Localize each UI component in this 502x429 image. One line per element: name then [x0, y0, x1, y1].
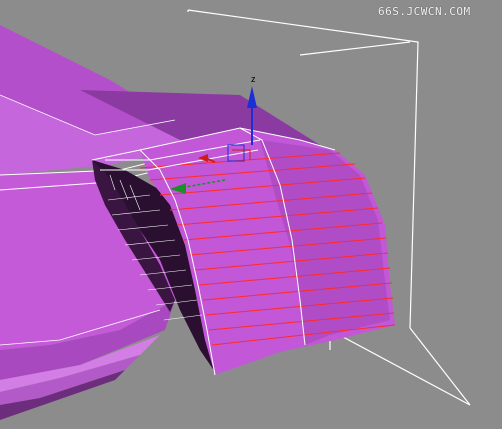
3d-viewport[interactable]: z 66S.JCWCN.COM [0, 0, 502, 429]
viewport-canvas[interactable]: z [0, 0, 502, 429]
z-axis-label: z [251, 74, 256, 84]
watermark-text: 66S.JCWCN.COM [378, 5, 471, 18]
z-axis-arrow-icon[interactable] [247, 86, 257, 108]
